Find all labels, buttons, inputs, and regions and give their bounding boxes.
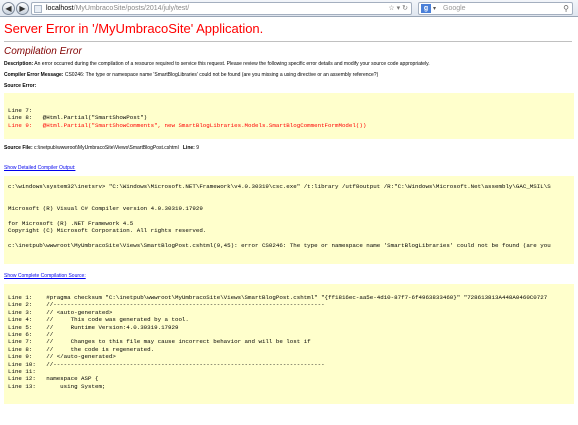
address-bar[interactable]: localhost/MyUmbracoSite/posts/2014/july/… [31,2,412,15]
dropdown-icon[interactable]: ▾ [397,5,401,12]
browser-toolbar: ◀ ▶ localhost/MyUmbracoSite/posts/2014/j… [0,0,578,17]
error-page: Server Error in '/MyUmbracoSite' Applica… [4,21,576,404]
show-compiler-output-link[interactable]: Show Detailed Compiler Output: [4,165,75,172]
page-title: Server Error in '/MyUmbracoSite' Applica… [4,21,264,36]
source-error-box: Line 7: Line 8: @Html.Partial("SmartShow… [4,93,574,139]
output-line: Copyright (C) Microsoft Corporation. All… [8,227,207,235]
source-line: Line 7: [8,107,33,114]
output-line: c:\inetpub\wwwroot\MyUmbracoSite\Views\S… [8,242,551,250]
divider [4,41,572,42]
compile-line: Line 13: using System; [8,382,106,390]
compile-line: Line 3: // <auto-generated> [8,308,113,316]
compile-line: Line 4: // This code was generated by a … [8,316,189,324]
compilation-source-box: Line 1: #pragma checksum "C:\inetpub\www… [4,284,574,404]
compile-line: Line 2: //------------------------------… [8,301,325,309]
compiler-message-label: Compiler Error Message: [4,72,64,78]
compile-line: Line 8: // the code is regenerated. [8,345,155,353]
description: Description: An error occurred during th… [4,61,576,68]
compile-line: Line 12: namespace ASP { [8,375,99,383]
compile-line: Line 6: // [8,331,54,339]
address-bar-icons: ☆ ▾ ↻ [388,4,408,14]
description-label: Description: [4,61,34,67]
star-icon[interactable]: ☆ [388,5,394,12]
output-line: c:\windows\system32\inetsrv> "C:\Windows… [8,183,551,190]
source-line: Line 8: @Html.Partial("SmartShowPost") [8,114,148,122]
source-line-label: Line: [182,145,195,151]
compile-line: Line 5: // Runtime Version:4.0.30319.179… [8,323,179,331]
compile-line: Line 1: #pragma checksum "C:\inetpub\www… [8,294,548,301]
source-line-number: 9 [196,145,199,151]
search-placeholder: Google [443,5,466,12]
output-line: for Microsoft (R) .NET Framework 4.5 [8,220,134,228]
compiler-message-text: CS0246: The type or namespace name 'Smar… [64,72,379,78]
output-line: Microsoft (R) Visual C# Compiler version… [8,205,203,213]
source-line-error: Line 9: @Html.Partial("SmartShowComments… [8,121,367,129]
source-file-path: c:\inetpub\wwwroot\MyUmbracoSite\Views\S… [34,145,179,151]
source-file-label: Source File: [4,145,33,151]
source-file: Source File: c:\inetpub\wwwroot\MyUmbrac… [4,145,576,152]
source-error-label: Source Error: [4,83,37,89]
show-compilation-source-link[interactable]: Show Complete Compilation Source: [4,273,86,280]
compile-line: Line 9: // </auto-generated> [8,353,116,361]
back-icon[interactable]: ◀ [2,2,15,15]
compiler-output-box: c:\windows\system32\inetsrv> "C:\Windows… [4,176,574,264]
address-text: localhost/MyUmbracoSite/posts/2014/july/… [46,4,189,14]
compile-line: Line 10: //-----------------------------… [8,360,325,368]
url-path: /MyUmbracoSite/posts/2014/july/test/ [73,5,190,12]
url-host: localhost [46,5,74,12]
forward-icon[interactable]: ▶ [16,2,29,15]
search-bar[interactable]: g ▾ Google ⚲ [418,2,573,15]
description-text: An error occurred during the compilation… [34,61,430,67]
reload-icon[interactable]: ↻ [402,5,408,12]
search-engine-dropdown-icon[interactable]: ▾ [433,4,436,14]
page-favicon-icon [34,5,42,13]
compile-line: Line 11: [8,368,36,376]
search-magnifier-icon[interactable]: ⚲ [563,3,569,14]
google-icon[interactable]: g [421,4,431,13]
compile-line: Line 7: // Changes to this file may caus… [8,338,311,346]
error-heading: Compilation Error [4,46,82,57]
compiler-message: Compiler Error Message: CS0246: The type… [4,72,576,79]
